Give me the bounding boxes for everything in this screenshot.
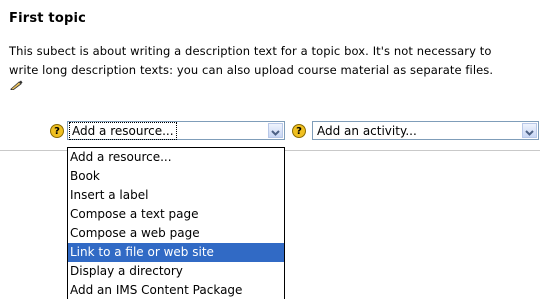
add-resource-select[interactable]: Add a resource... xyxy=(67,121,285,140)
option-compose-web-page[interactable]: Compose a web page xyxy=(68,224,284,243)
description-line-2: write long description texts: you can al… xyxy=(9,63,494,77)
add-resource-options-list[interactable]: Add a resource... Book Insert a label Co… xyxy=(67,147,285,299)
chevron-down-icon xyxy=(525,130,534,136)
option-compose-text-page[interactable]: Compose a text page xyxy=(68,205,284,224)
add-activity-dropdown-button[interactable] xyxy=(522,123,537,138)
add-activity-select-value: Add an activity... xyxy=(317,124,417,138)
help-icon[interactable]: ? xyxy=(292,124,306,138)
option-insert-label[interactable]: Insert a label xyxy=(68,186,284,205)
option-display-directory[interactable]: Display a directory xyxy=(68,262,284,281)
option-link-file-or-website[interactable]: Link to a file or web site xyxy=(68,243,284,262)
add-activity-select[interactable]: Add an activity... xyxy=(312,121,539,140)
add-resource-dropdown-button[interactable] xyxy=(268,123,283,138)
section-heading: First topic xyxy=(9,11,87,26)
option-add-resource[interactable]: Add a resource... xyxy=(68,148,284,167)
option-book[interactable]: Book xyxy=(68,167,284,186)
chevron-down-icon xyxy=(271,130,280,136)
description-line-1: This subect is about writing a descripti… xyxy=(9,44,492,58)
help-icon[interactable]: ? xyxy=(50,124,64,138)
option-add-ims-content-package[interactable]: Add an IMS Content Package xyxy=(68,281,284,299)
add-resource-select-value: Add a resource... xyxy=(69,122,177,140)
section-description: This subect is about writing a descripti… xyxy=(9,42,537,80)
edit-icon[interactable] xyxy=(10,80,24,90)
